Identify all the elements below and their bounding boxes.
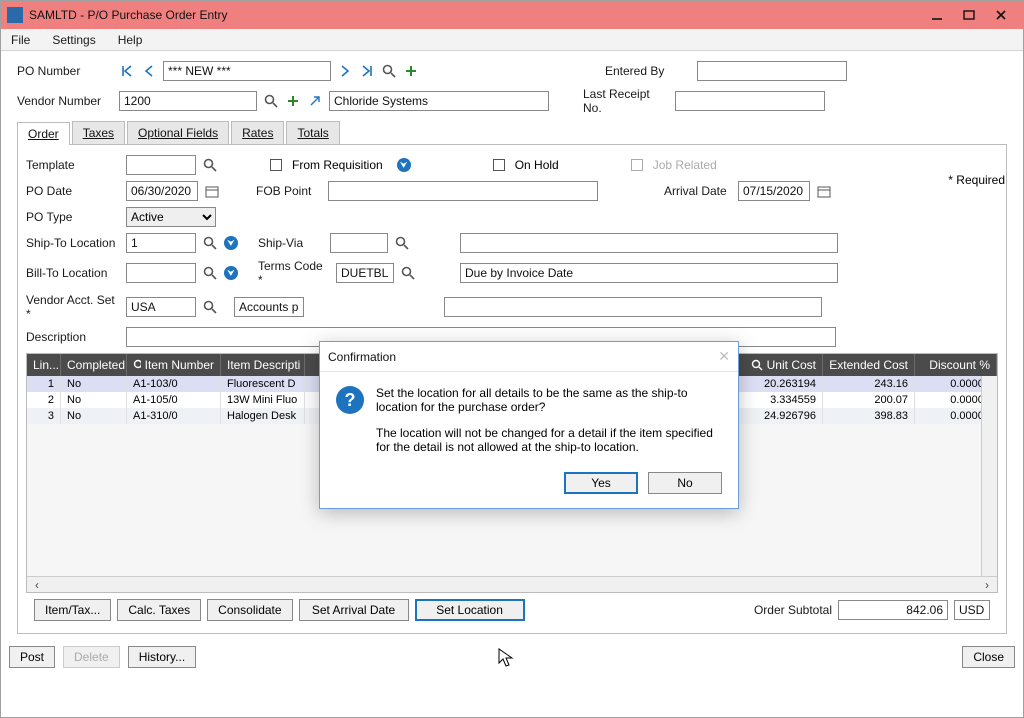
minimize-button[interactable] [921,4,953,26]
app-icon [7,7,23,23]
maximize-button[interactable] [953,4,985,26]
confirmation-dialog: Confirmation ✕ ? Set the location for al… [319,341,739,509]
body: PO Number Entered By Vendor Number L [1,51,1023,717]
menu-file[interactable]: File [7,32,34,48]
dialog-close-icon[interactable]: ✕ [718,348,730,365]
menubar: File Settings Help [1,29,1023,51]
dialog-text-1: Set the location for all details to be t… [376,386,722,414]
dialog-no-button[interactable]: No [648,472,722,494]
question-icon: ? [336,386,364,414]
dialog-yes-button[interactable]: Yes [564,472,638,494]
titlebar: SAMLTD - P/O Purchase Order Entry [1,1,1023,29]
dialog-title: Confirmation [328,350,396,364]
dialog-titlebar: Confirmation ✕ [320,342,738,372]
menu-settings[interactable]: Settings [48,32,99,48]
close-button[interactable] [985,4,1017,26]
dialog-text-2: The location will not be changed for a d… [376,426,722,454]
window-title: SAMLTD - P/O Purchase Order Entry [29,8,921,22]
app-window: SAMLTD - P/O Purchase Order Entry File S… [0,0,1024,718]
menu-help[interactable]: Help [114,32,147,48]
